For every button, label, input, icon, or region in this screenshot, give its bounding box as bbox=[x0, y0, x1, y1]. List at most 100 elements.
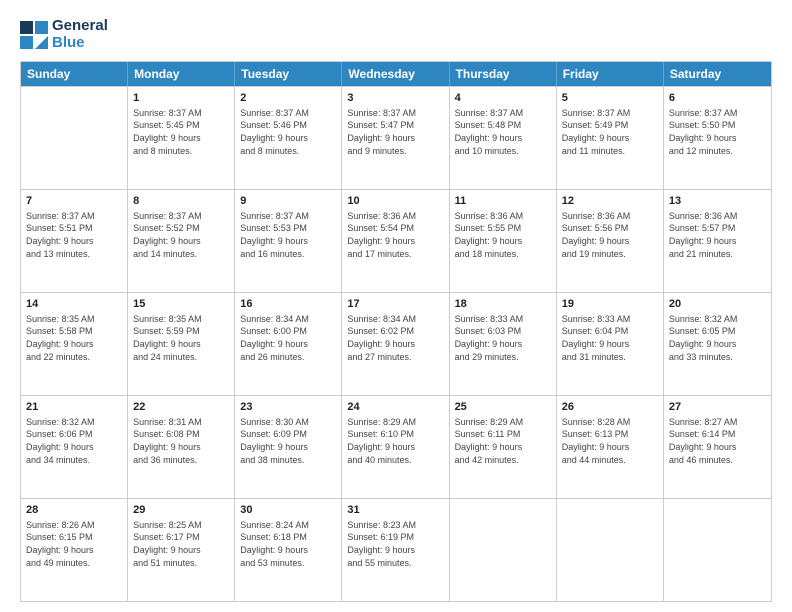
weekday-header: Tuesday bbox=[235, 62, 342, 86]
day-info: Sunrise: 8:37 AM Sunset: 5:51 PM Dayligh… bbox=[26, 210, 122, 260]
day-info: Sunrise: 8:36 AM Sunset: 5:57 PM Dayligh… bbox=[669, 210, 766, 260]
calendar-cell: 20Sunrise: 8:32 AM Sunset: 6:05 PM Dayli… bbox=[664, 293, 771, 395]
day-number: 18 bbox=[455, 297, 551, 312]
day-number: 19 bbox=[562, 297, 658, 312]
day-number: 27 bbox=[669, 400, 766, 415]
day-info: Sunrise: 8:32 AM Sunset: 6:06 PM Dayligh… bbox=[26, 416, 122, 466]
day-number: 11 bbox=[455, 194, 551, 209]
logo-icon bbox=[20, 21, 48, 49]
weekday-header: Sunday bbox=[21, 62, 128, 86]
calendar-cell: 1Sunrise: 8:37 AM Sunset: 5:45 PM Daylig… bbox=[128, 87, 235, 189]
day-info: Sunrise: 8:29 AM Sunset: 6:11 PM Dayligh… bbox=[455, 416, 551, 466]
calendar-cell: 7Sunrise: 8:37 AM Sunset: 5:51 PM Daylig… bbox=[21, 190, 128, 292]
day-number: 6 bbox=[669, 91, 766, 106]
day-info: Sunrise: 8:37 AM Sunset: 5:50 PM Dayligh… bbox=[669, 107, 766, 157]
day-number: 30 bbox=[240, 503, 336, 518]
day-number: 21 bbox=[26, 400, 122, 415]
logo: General Blue bbox=[20, 18, 108, 51]
calendar-cell: 3Sunrise: 8:37 AM Sunset: 5:47 PM Daylig… bbox=[342, 87, 449, 189]
day-number: 23 bbox=[240, 400, 336, 415]
day-number: 14 bbox=[26, 297, 122, 312]
calendar-page: General Blue SundayMondayTuesdayWednesda… bbox=[0, 0, 792, 612]
weekday-header: Saturday bbox=[664, 62, 771, 86]
day-info: Sunrise: 8:23 AM Sunset: 6:19 PM Dayligh… bbox=[347, 519, 443, 569]
day-info: Sunrise: 8:37 AM Sunset: 5:52 PM Dayligh… bbox=[133, 210, 229, 260]
calendar-body: 1Sunrise: 8:37 AM Sunset: 5:45 PM Daylig… bbox=[21, 86, 771, 601]
weekday-header: Friday bbox=[557, 62, 664, 86]
calendar-cell: 24Sunrise: 8:29 AM Sunset: 6:10 PM Dayli… bbox=[342, 396, 449, 498]
calendar-cell: 15Sunrise: 8:35 AM Sunset: 5:59 PM Dayli… bbox=[128, 293, 235, 395]
calendar-cell: 14Sunrise: 8:35 AM Sunset: 5:58 PM Dayli… bbox=[21, 293, 128, 395]
day-info: Sunrise: 8:37 AM Sunset: 5:45 PM Dayligh… bbox=[133, 107, 229, 157]
day-info: Sunrise: 8:33 AM Sunset: 6:03 PM Dayligh… bbox=[455, 313, 551, 363]
day-info: Sunrise: 8:27 AM Sunset: 6:14 PM Dayligh… bbox=[669, 416, 766, 466]
day-info: Sunrise: 8:30 AM Sunset: 6:09 PM Dayligh… bbox=[240, 416, 336, 466]
day-info: Sunrise: 8:34 AM Sunset: 6:00 PM Dayligh… bbox=[240, 313, 336, 363]
calendar: SundayMondayTuesdayWednesdayThursdayFrid… bbox=[20, 61, 772, 602]
logo-text: General Blue bbox=[52, 18, 108, 51]
calendar-cell: 2Sunrise: 8:37 AM Sunset: 5:46 PM Daylig… bbox=[235, 87, 342, 189]
calendar-cell: 11Sunrise: 8:36 AM Sunset: 5:55 PM Dayli… bbox=[450, 190, 557, 292]
calendar-cell: 17Sunrise: 8:34 AM Sunset: 6:02 PM Dayli… bbox=[342, 293, 449, 395]
calendar-cell bbox=[450, 499, 557, 601]
day-info: Sunrise: 8:32 AM Sunset: 6:05 PM Dayligh… bbox=[669, 313, 766, 363]
calendar-cell: 22Sunrise: 8:31 AM Sunset: 6:08 PM Dayli… bbox=[128, 396, 235, 498]
day-number: 8 bbox=[133, 194, 229, 209]
calendar-cell: 6Sunrise: 8:37 AM Sunset: 5:50 PM Daylig… bbox=[664, 87, 771, 189]
day-info: Sunrise: 8:37 AM Sunset: 5:46 PM Dayligh… bbox=[240, 107, 336, 157]
calendar-cell: 27Sunrise: 8:27 AM Sunset: 6:14 PM Dayli… bbox=[664, 396, 771, 498]
day-info: Sunrise: 8:37 AM Sunset: 5:49 PM Dayligh… bbox=[562, 107, 658, 157]
calendar-cell: 10Sunrise: 8:36 AM Sunset: 5:54 PM Dayli… bbox=[342, 190, 449, 292]
day-number: 22 bbox=[133, 400, 229, 415]
day-info: Sunrise: 8:37 AM Sunset: 5:48 PM Dayligh… bbox=[455, 107, 551, 157]
day-number: 2 bbox=[240, 91, 336, 106]
day-number: 3 bbox=[347, 91, 443, 106]
day-number: 15 bbox=[133, 297, 229, 312]
calendar-week-row: 1Sunrise: 8:37 AM Sunset: 5:45 PM Daylig… bbox=[21, 86, 771, 189]
calendar-cell bbox=[664, 499, 771, 601]
calendar-cell: 13Sunrise: 8:36 AM Sunset: 5:57 PM Dayli… bbox=[664, 190, 771, 292]
day-info: Sunrise: 8:31 AM Sunset: 6:08 PM Dayligh… bbox=[133, 416, 229, 466]
calendar-cell: 5Sunrise: 8:37 AM Sunset: 5:49 PM Daylig… bbox=[557, 87, 664, 189]
day-info: Sunrise: 8:29 AM Sunset: 6:10 PM Dayligh… bbox=[347, 416, 443, 466]
day-info: Sunrise: 8:25 AM Sunset: 6:17 PM Dayligh… bbox=[133, 519, 229, 569]
day-number: 7 bbox=[26, 194, 122, 209]
calendar-week-row: 28Sunrise: 8:26 AM Sunset: 6:15 PM Dayli… bbox=[21, 498, 771, 601]
calendar-cell: 21Sunrise: 8:32 AM Sunset: 6:06 PM Dayli… bbox=[21, 396, 128, 498]
calendar-cell: 30Sunrise: 8:24 AM Sunset: 6:18 PM Dayli… bbox=[235, 499, 342, 601]
calendar-cell: 26Sunrise: 8:28 AM Sunset: 6:13 PM Dayli… bbox=[557, 396, 664, 498]
day-info: Sunrise: 8:36 AM Sunset: 5:55 PM Dayligh… bbox=[455, 210, 551, 260]
day-number: 12 bbox=[562, 194, 658, 209]
day-number: 25 bbox=[455, 400, 551, 415]
calendar-week-row: 7Sunrise: 8:37 AM Sunset: 5:51 PM Daylig… bbox=[21, 189, 771, 292]
header: General Blue bbox=[20, 18, 772, 51]
day-info: Sunrise: 8:36 AM Sunset: 5:54 PM Dayligh… bbox=[347, 210, 443, 260]
day-number: 20 bbox=[669, 297, 766, 312]
day-info: Sunrise: 8:35 AM Sunset: 5:59 PM Dayligh… bbox=[133, 313, 229, 363]
day-info: Sunrise: 8:34 AM Sunset: 6:02 PM Dayligh… bbox=[347, 313, 443, 363]
day-number: 1 bbox=[133, 91, 229, 106]
day-number: 5 bbox=[562, 91, 658, 106]
calendar-header: SundayMondayTuesdayWednesdayThursdayFrid… bbox=[21, 62, 771, 86]
day-number: 31 bbox=[347, 503, 443, 518]
day-info: Sunrise: 8:26 AM Sunset: 6:15 PM Dayligh… bbox=[26, 519, 122, 569]
weekday-header: Monday bbox=[128, 62, 235, 86]
calendar-cell: 9Sunrise: 8:37 AM Sunset: 5:53 PM Daylig… bbox=[235, 190, 342, 292]
day-number: 9 bbox=[240, 194, 336, 209]
day-info: Sunrise: 8:37 AM Sunset: 5:47 PM Dayligh… bbox=[347, 107, 443, 157]
day-number: 10 bbox=[347, 194, 443, 209]
day-info: Sunrise: 8:24 AM Sunset: 6:18 PM Dayligh… bbox=[240, 519, 336, 569]
calendar-cell: 25Sunrise: 8:29 AM Sunset: 6:11 PM Dayli… bbox=[450, 396, 557, 498]
day-number: 16 bbox=[240, 297, 336, 312]
day-number: 26 bbox=[562, 400, 658, 415]
calendar-cell: 18Sunrise: 8:33 AM Sunset: 6:03 PM Dayli… bbox=[450, 293, 557, 395]
weekday-header: Wednesday bbox=[342, 62, 449, 86]
day-number: 13 bbox=[669, 194, 766, 209]
day-number: 17 bbox=[347, 297, 443, 312]
calendar-week-row: 21Sunrise: 8:32 AM Sunset: 6:06 PM Dayli… bbox=[21, 395, 771, 498]
calendar-cell bbox=[21, 87, 128, 189]
calendar-cell: 19Sunrise: 8:33 AM Sunset: 6:04 PM Dayli… bbox=[557, 293, 664, 395]
calendar-cell: 16Sunrise: 8:34 AM Sunset: 6:00 PM Dayli… bbox=[235, 293, 342, 395]
calendar-cell: 23Sunrise: 8:30 AM Sunset: 6:09 PM Dayli… bbox=[235, 396, 342, 498]
day-info: Sunrise: 8:37 AM Sunset: 5:53 PM Dayligh… bbox=[240, 210, 336, 260]
